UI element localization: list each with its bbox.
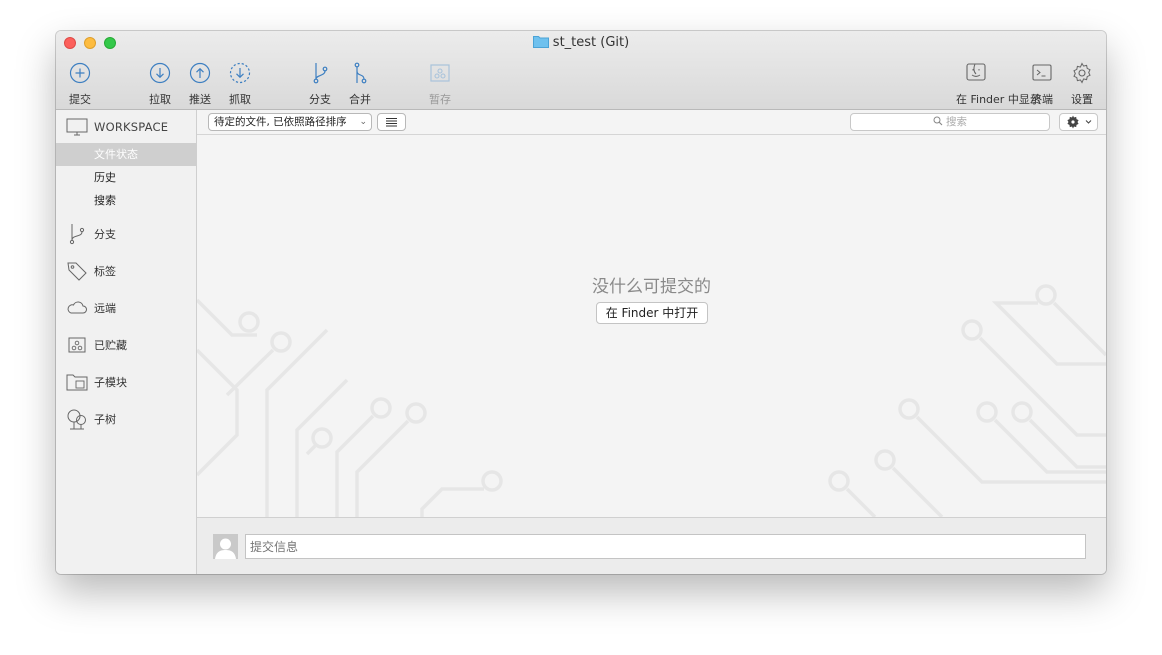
- merge-button[interactable]: 合并: [340, 61, 380, 107]
- workspace-label: WORKSPACE: [94, 120, 169, 134]
- sidebar-item-stashes-label: 已贮藏: [94, 339, 127, 352]
- tag-icon: [67, 262, 87, 281]
- filter-bar: 待定的文件, 已依照路径排序 ⌄ 搜索: [197, 110, 1106, 135]
- search-input[interactable]: 搜索: [850, 113, 1050, 131]
- monitor-icon: [66, 118, 88, 136]
- workspace-header[interactable]: WORKSPACE: [66, 118, 168, 136]
- sidebar-item-stashes[interactable]: 已贮藏: [66, 334, 127, 356]
- circuit-background-decoration: [197, 284, 1106, 517]
- fetch-button[interactable]: 抓取: [220, 61, 260, 107]
- search-icon: [933, 116, 943, 126]
- sidebar-item-history[interactable]: 历史: [56, 166, 196, 189]
- plus-circle-icon: [69, 62, 91, 84]
- commit-label: 提交: [69, 93, 91, 106]
- stash-label: 暂存: [429, 93, 451, 106]
- terminal-icon: [1032, 64, 1052, 81]
- stash-button[interactable]: 暂存: [420, 61, 460, 107]
- search-placeholder: 搜索: [946, 116, 967, 128]
- sidebar-item-branches-label: 分支: [94, 228, 116, 241]
- sidebar-item-search[interactable]: 搜索: [56, 189, 196, 212]
- commit-button[interactable]: 提交: [60, 61, 100, 107]
- gear-icon: [1073, 62, 1091, 84]
- chevron-down-icon: ⌄: [359, 117, 367, 127]
- sidebar: WORKSPACE 文件状态 历史 搜索 分支 标签 远端 已贮藏 子模块 子树: [56, 110, 197, 574]
- empty-state-title: 没什么可提交的: [592, 277, 711, 297]
- folder-icon: [532, 36, 549, 48]
- sidebar-item-subtrees-label: 子树: [94, 413, 116, 426]
- commit-message-input[interactable]: [245, 534, 1086, 559]
- pull-button[interactable]: 拉取: [140, 61, 180, 107]
- gear-dropdown-icon: [1067, 115, 1092, 129]
- terminal-label: 终端: [1031, 93, 1053, 106]
- avatar: [213, 534, 238, 559]
- window-title-text: st_test (Git): [552, 35, 630, 50]
- sidebar-item-branches[interactable]: 分支: [66, 223, 116, 245]
- settings-button[interactable]: 设置: [1062, 61, 1102, 107]
- sort-select-value: 待定的文件, 已依照路径排序: [214, 116, 347, 128]
- submodule-folder-icon: [66, 374, 88, 391]
- push-label: 推送: [189, 93, 211, 106]
- sidebar-item-remotes-label: 远端: [94, 302, 116, 315]
- push-button[interactable]: 推送: [180, 61, 220, 107]
- sidebar-item-submodules-label: 子模块: [94, 376, 127, 389]
- arrow-down-circle-icon: [149, 62, 171, 84]
- sidebar-item-submodules[interactable]: 子模块: [66, 371, 127, 393]
- fetch-dashed-circle-icon: [229, 62, 251, 84]
- window-title: st_test (Git): [56, 34, 1106, 52]
- tree-icon: [67, 409, 86, 430]
- merge-label: 合并: [349, 93, 371, 106]
- stash-icon: [68, 337, 86, 353]
- file-status-panel: 没什么可提交的 在 Finder 中打开: [197, 135, 1106, 517]
- fetch-label: 抓取: [229, 93, 251, 106]
- sidebar-item-remotes[interactable]: 远端: [66, 297, 116, 319]
- list-view-button[interactable]: [377, 113, 406, 131]
- sort-select[interactable]: 待定的文件, 已依照路径排序 ⌄: [208, 113, 372, 131]
- list-icon: [386, 118, 397, 127]
- user-silhouette-icon: [215, 538, 236, 559]
- merge-icon: [354, 62, 367, 84]
- open-in-finder-button[interactable]: 在 Finder 中打开: [596, 302, 708, 324]
- show-in-finder-label: 在 Finder 中显示: [956, 93, 1041, 106]
- settings-label: 设置: [1071, 93, 1093, 106]
- stash-icon: [430, 64, 450, 82]
- sidebar-item-subtrees[interactable]: 子树: [66, 408, 116, 430]
- sidebar-item-tags[interactable]: 标签: [66, 260, 116, 282]
- terminal-button[interactable]: 终端: [1022, 61, 1062, 107]
- branch-icon: [69, 224, 85, 245]
- toolbar: st_test (Git) 提交 拉取 推送 抓取 分支 合并 暂存 在 Fin…: [56, 31, 1106, 110]
- app-window: st_test (Git) 提交 拉取 推送 抓取 分支 合并 暂存 在 Fin…: [56, 31, 1106, 574]
- branch-label: 分支: [309, 93, 331, 106]
- commit-bar: [197, 517, 1106, 574]
- branch-button[interactable]: 分支: [300, 61, 340, 107]
- pull-label: 拉取: [149, 93, 171, 106]
- sidebar-item-file-status[interactable]: 文件状态: [56, 143, 196, 166]
- branch-icon: [313, 63, 328, 84]
- options-menu-button[interactable]: [1059, 113, 1098, 131]
- cloud-icon: [67, 301, 87, 314]
- finder-icon: [966, 63, 986, 81]
- sidebar-item-tags-label: 标签: [94, 265, 116, 278]
- show-in-finder-button[interactable]: 在 Finder 中显示: [956, 61, 1041, 107]
- arrow-up-circle-icon: [189, 62, 211, 84]
